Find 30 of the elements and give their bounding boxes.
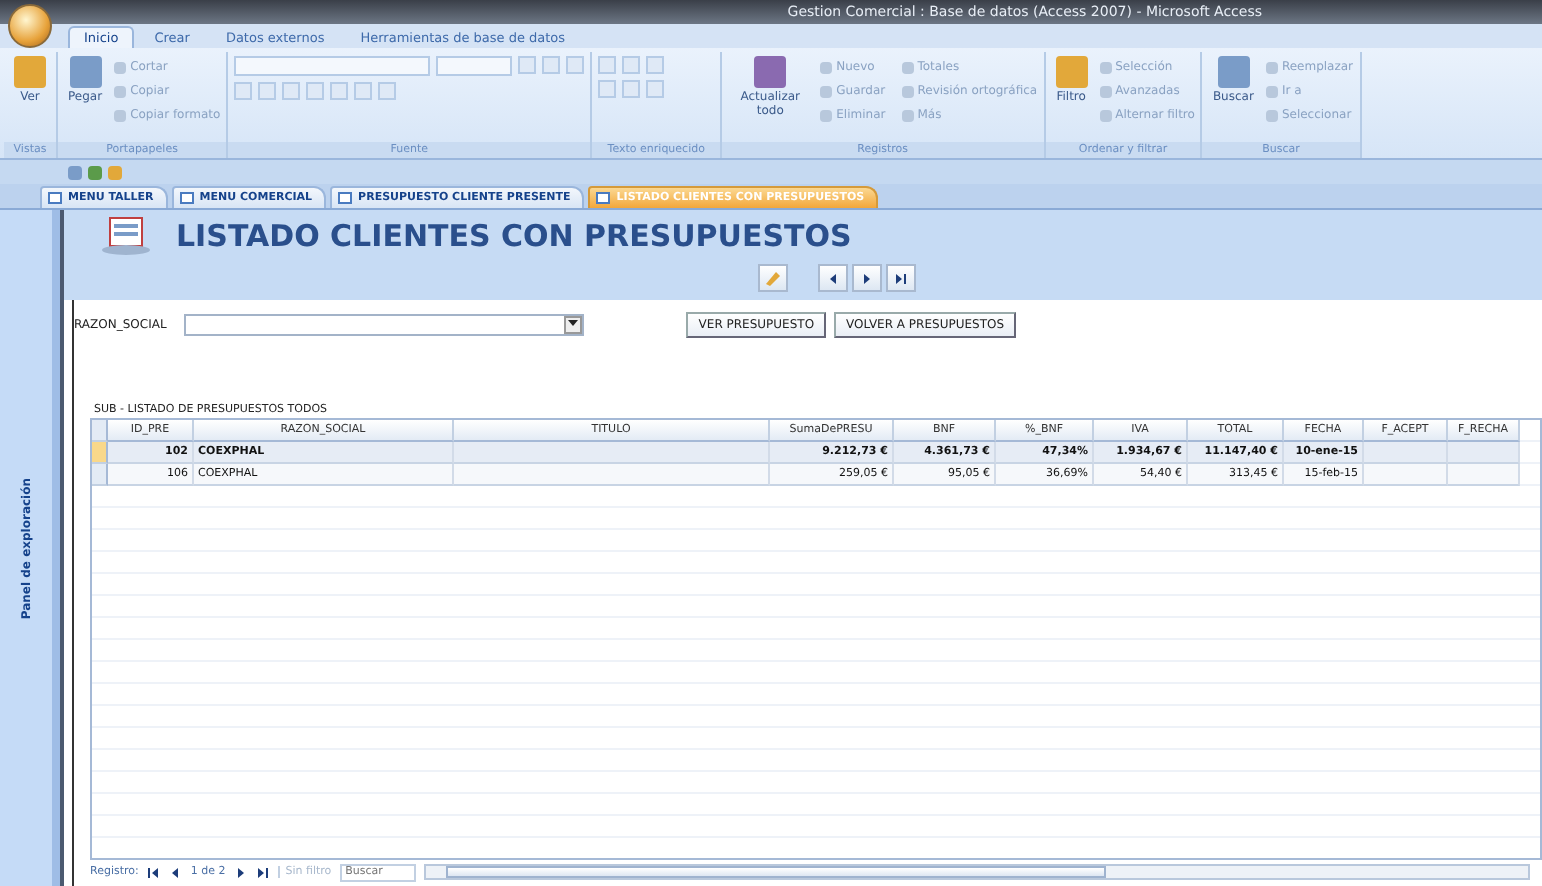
form-title: LISTADO CLIENTES CON PRESUPUESTOS <box>176 218 852 254</box>
next-icon <box>860 271 874 285</box>
table-cell <box>1448 464 1520 486</box>
row-selector[interactable] <box>92 464 108 486</box>
combo-field[interactable] <box>184 313 585 335</box>
table-cell <box>1448 442 1520 464</box>
previous-record-button[interactable] <box>168 865 183 879</box>
last-button[interactable] <box>886 264 916 292</box>
select-all-corner[interactable] <box>92 420 108 442</box>
pencil-icon <box>764 270 782 286</box>
table-cell <box>1364 442 1448 464</box>
next-record-button[interactable] <box>233 865 248 879</box>
previous-icon <box>826 271 840 285</box>
last-record-button[interactable] <box>255 865 270 879</box>
font-name-field[interactable] <box>234 56 431 76</box>
font-size-field[interactable] <box>436 56 513 76</box>
table-cell <box>1364 464 1448 486</box>
previous-icon <box>168 865 183 879</box>
previous-button[interactable] <box>818 264 848 292</box>
first-icon <box>146 865 161 879</box>
first-record-button[interactable] <box>146 865 161 879</box>
last-icon <box>894 271 908 285</box>
next-button[interactable] <box>852 264 882 292</box>
horizontal-scrollbar[interactable] <box>423 864 1530 880</box>
next-icon <box>233 865 248 879</box>
row-selector[interactable] <box>92 442 108 464</box>
last-icon <box>255 865 270 879</box>
dropdown-arrow-icon <box>568 320 579 328</box>
edit-button[interactable] <box>758 264 788 292</box>
form-icon <box>100 216 152 256</box>
